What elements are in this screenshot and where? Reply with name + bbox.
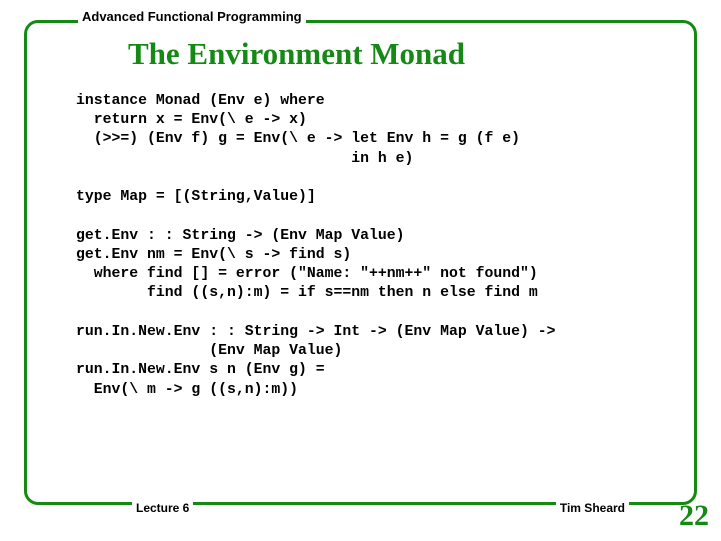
course-label: Advanced Functional Programming: [78, 9, 306, 24]
author-label: Tim Sheard: [556, 501, 629, 515]
code-block: instance Monad (Env e) where return x = …: [76, 92, 556, 400]
page-number: 22: [679, 499, 709, 533]
lecture-label: Lecture 6: [132, 501, 193, 515]
slide-title: The Environment Monad: [128, 36, 465, 72]
